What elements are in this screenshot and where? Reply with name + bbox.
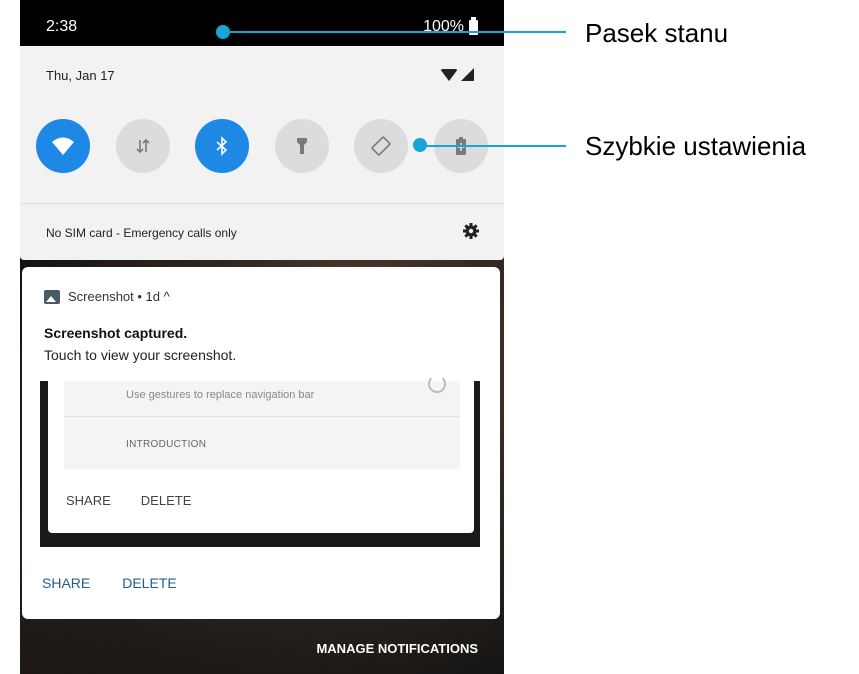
preview-item-gestures: Use gestures to replace navigation bar xyxy=(126,389,315,401)
screenshot-preview[interactable]: Use gestures to replace navigation bar I… xyxy=(40,375,480,547)
bluetooth-icon xyxy=(216,136,228,156)
battery-percent: 100% xyxy=(423,18,464,35)
notification-text: Touch to view your screenshot. xyxy=(44,347,237,363)
flashlight-icon xyxy=(296,138,307,154)
status-bar-callout-label: Pasek stanu xyxy=(585,18,729,48)
preview-delete-button: DELETE xyxy=(140,493,192,508)
wifi-signal-icon xyxy=(440,69,458,81)
status-time: 2:38 xyxy=(46,18,78,35)
preview-divider xyxy=(64,416,460,417)
image-icon xyxy=(44,289,60,304)
preview-list: Use gestures to replace navigation bar I… xyxy=(64,375,460,469)
manage-notifications-button[interactable]: MANAGE NOTIFICATIONS xyxy=(316,641,478,656)
wifi-icon xyxy=(52,137,74,155)
auto-rotate-icon xyxy=(371,136,391,156)
tile-flashlight[interactable] xyxy=(274,119,329,173)
quick-settings-callout-label: Szybkie ustawienia xyxy=(585,131,807,161)
status-bar: 2:38 100% xyxy=(20,0,504,46)
preview-actions: SHARE DELETE xyxy=(66,493,191,508)
notification-header: Screenshot • 1d ^ xyxy=(44,289,170,304)
gear-icon[interactable] xyxy=(462,222,480,240)
qs-signal xyxy=(440,68,474,81)
notification-actions: SHARE DELETE xyxy=(42,575,177,591)
notification-title: Screenshot captured. xyxy=(44,325,188,341)
preview-item-introduction: INTRODUCTION xyxy=(126,439,207,450)
radio-icon xyxy=(428,375,446,393)
tile-wifi[interactable] xyxy=(36,119,90,173)
sim-status-text: No SIM card - Emergency calls only xyxy=(46,226,237,240)
tile-auto-rotate[interactable] xyxy=(354,119,409,173)
tile-bluetooth[interactable] xyxy=(195,119,250,173)
qs-divider xyxy=(20,203,504,204)
share-button[interactable]: SHARE xyxy=(42,575,90,591)
cellular-signal-icon xyxy=(461,68,474,81)
screenshot-notification[interactable]: Screenshot • 1d ^ Screenshot captured. T… xyxy=(22,267,500,619)
preview-share-button: SHARE xyxy=(66,493,111,508)
quick-settings-panel: Thu, Jan 17 No SIM card - Emergency call… xyxy=(20,46,504,260)
tile-mobile-data[interactable] xyxy=(115,119,170,173)
quick-settings-callout-line xyxy=(420,145,566,147)
status-bar-callout-line xyxy=(223,31,566,33)
phone-screen: 2:38 100% Thu, Jan 17 No SIM card - Emer… xyxy=(20,0,504,674)
preview-content: Use gestures to replace navigation bar I… xyxy=(48,375,474,533)
delete-button[interactable]: DELETE xyxy=(122,575,176,591)
stage: 2:38 100% Thu, Jan 17 No SIM card - Emer… xyxy=(0,0,859,674)
notification-app-line: Screenshot • 1d ^ xyxy=(68,289,170,304)
status-battery: 100% xyxy=(423,16,478,36)
qs-date: Thu, Jan 17 xyxy=(46,68,115,83)
mobile-data-icon xyxy=(136,138,150,154)
